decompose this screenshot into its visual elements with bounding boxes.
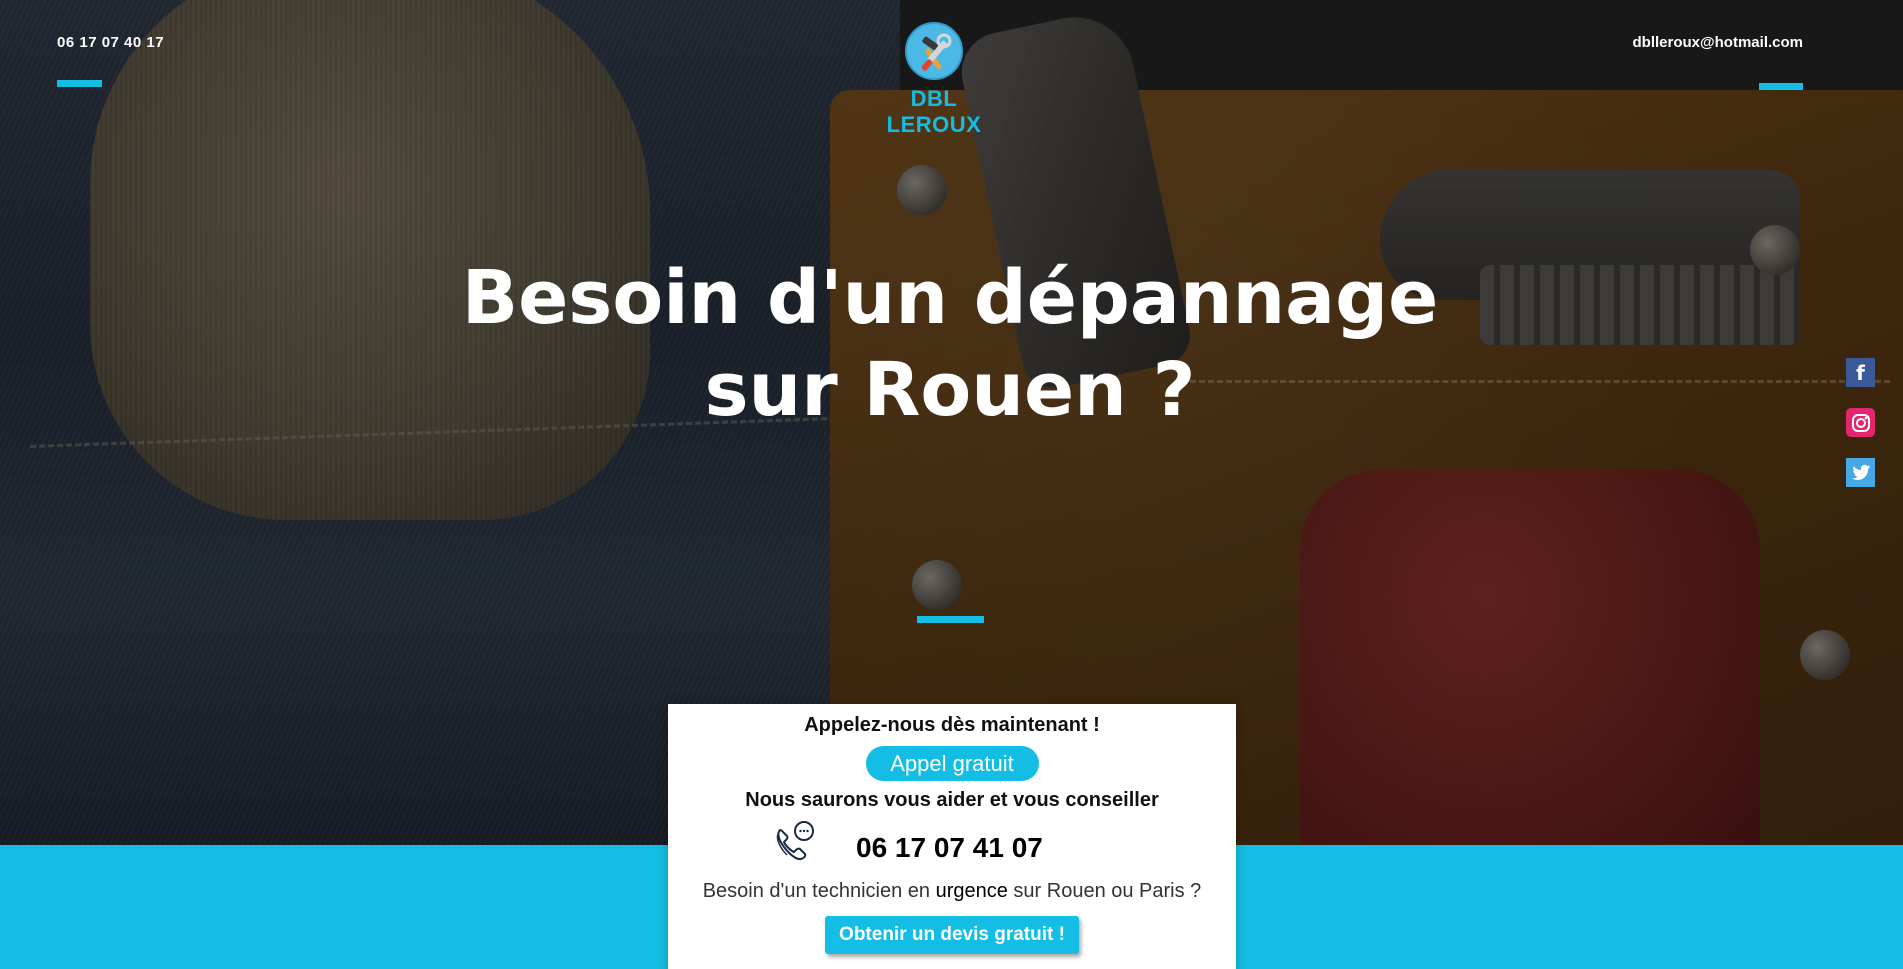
headline-underline bbox=[917, 616, 984, 623]
social-bar: f bbox=[1846, 358, 1876, 508]
free-call-button[interactable]: Appel gratuit bbox=[865, 746, 1039, 781]
quote-button[interactable]: Obtenir un devis gratuit ! bbox=[825, 916, 1079, 954]
facebook-icon[interactable]: f bbox=[1846, 358, 1875, 387]
headline-line-1: Besoin d'un dépannage bbox=[461, 255, 1439, 341]
urgency-suffix: sur Rouen ou Paris ? bbox=[1007, 880, 1202, 902]
twitter-icon[interactable] bbox=[1846, 458, 1875, 487]
card-phone-number[interactable]: 06 17 07 41 07 bbox=[856, 832, 1043, 864]
header-email[interactable]: dblleroux@hotmail.com bbox=[1633, 34, 1803, 51]
email-underline bbox=[1759, 83, 1803, 90]
urgency-text: Besoin d'un technicien en urgence sur Ro… bbox=[668, 880, 1236, 903]
phone-row: 06 17 07 41 07 bbox=[668, 820, 1236, 872]
phone-chat-icon bbox=[772, 820, 818, 871]
page-title: Besoin d'un dépannage sur Rouen ? bbox=[400, 252, 1500, 436]
call-now-text: Appelez-nous dès maintenant ! bbox=[804, 714, 1100, 736]
brand-name: DBL LEROUX bbox=[886, 86, 982, 137]
urgency-prefix: Besoin d'un technicien en bbox=[702, 880, 936, 902]
brand-logo[interactable]: DBL LEROUX bbox=[866, 22, 1002, 138]
help-text: Nous saurons vous aider et vous conseill… bbox=[745, 789, 1159, 811]
contact-card: Appelez-nous dès maintenant ! Appel grat… bbox=[668, 704, 1236, 969]
phone-underline bbox=[57, 80, 102, 87]
header-phone[interactable]: 06 17 07 40 17 bbox=[57, 34, 164, 51]
urgency-word: urgence bbox=[935, 880, 1008, 902]
tools-icon bbox=[905, 22, 963, 80]
instagram-icon[interactable] bbox=[1846, 408, 1875, 437]
headline-line-2: sur Rouen ? bbox=[704, 347, 1196, 433]
